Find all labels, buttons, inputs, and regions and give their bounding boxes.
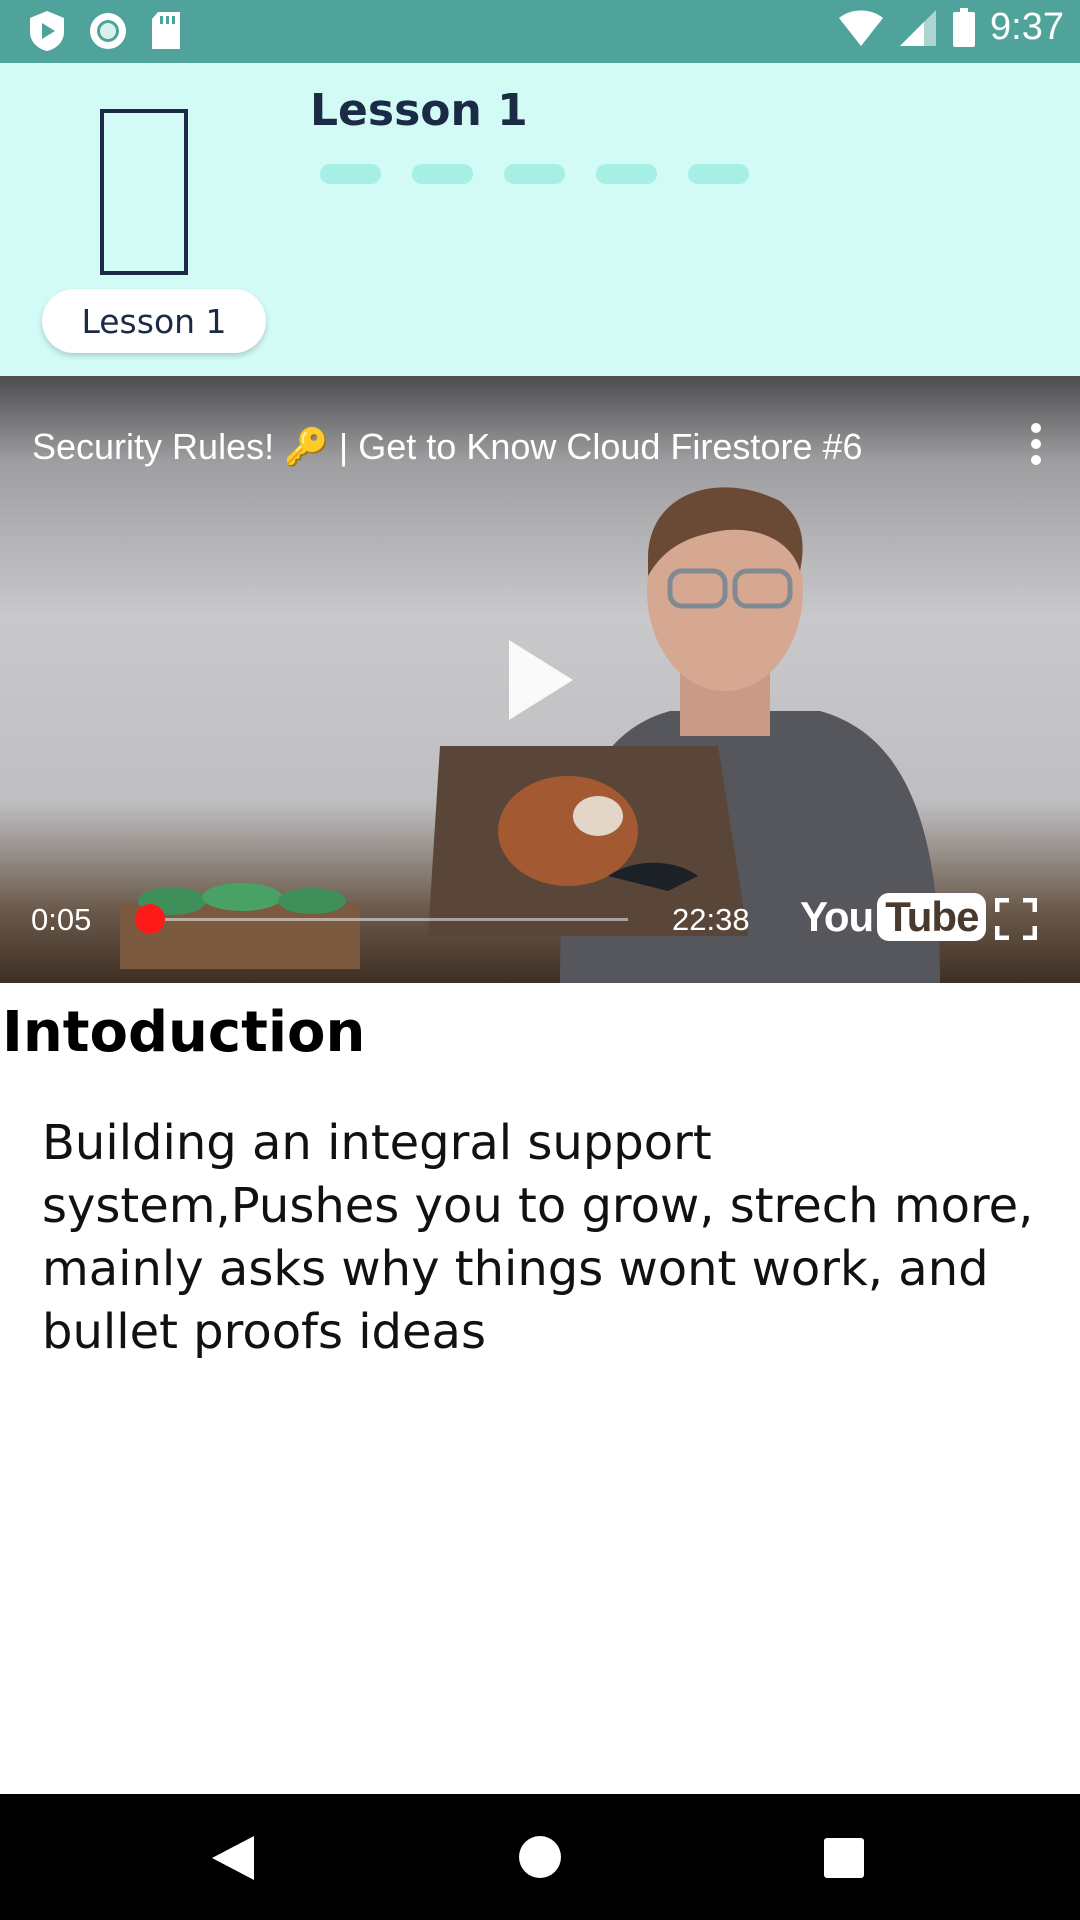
current-time: 0:05	[31, 902, 92, 937]
status-time: 9:37	[990, 6, 1064, 48]
status-right-icons: 9:37	[838, 6, 1064, 49]
recents-icon[interactable]	[824, 1838, 864, 1878]
lesson-header: Lesson 1 Lesson 1	[0, 63, 1080, 376]
scrubber-knob[interactable]	[134, 904, 165, 934]
status-bar: 9:37	[0, 0, 1080, 63]
sd-card-icon	[152, 12, 180, 49]
progress-dot	[596, 164, 657, 184]
record-icon	[90, 13, 126, 49]
progress-dot	[504, 164, 565, 184]
youtube-logo[interactable]: You Tube	[800, 893, 987, 941]
total-time: 22:38	[672, 902, 750, 937]
signal-icon	[900, 9, 937, 46]
status-left-icons	[28, 10, 182, 52]
home-icon[interactable]	[519, 1836, 561, 1878]
progress-track[interactable]	[134, 904, 628, 934]
body-text: Building an integral support system,Push…	[42, 1115, 1034, 1360]
battery-icon	[953, 7, 976, 47]
progress-dot	[688, 164, 749, 184]
more-options-icon[interactable]	[1028, 422, 1044, 466]
section-heading: Intoduction	[2, 1000, 366, 1065]
wifi-icon	[839, 10, 884, 46]
video-player[interactable]: Security Rules! 🔑 | Get to Know Cloud Fi…	[0, 376, 1080, 983]
progress-dot	[320, 164, 381, 184]
video-title: Security Rules! 🔑 | Get to Know Cloud Fi…	[32, 426, 863, 467]
lesson-thumbnail-frame	[100, 109, 188, 275]
progress-dots	[320, 164, 749, 184]
fullscreen-icon[interactable]	[995, 898, 1037, 940]
progress-dot	[412, 164, 473, 184]
lesson-pill-button[interactable]: Lesson 1	[42, 289, 266, 353]
youtube-logo-you: You	[800, 893, 874, 940]
play-protect-icon	[30, 11, 64, 51]
back-icon[interactable]	[210, 1834, 256, 1882]
play-icon[interactable]	[505, 638, 575, 722]
navigation-bar	[0, 1794, 1080, 1920]
lesson-title: Lesson 1	[310, 85, 528, 136]
youtube-logo-tube: Tube	[877, 893, 987, 941]
